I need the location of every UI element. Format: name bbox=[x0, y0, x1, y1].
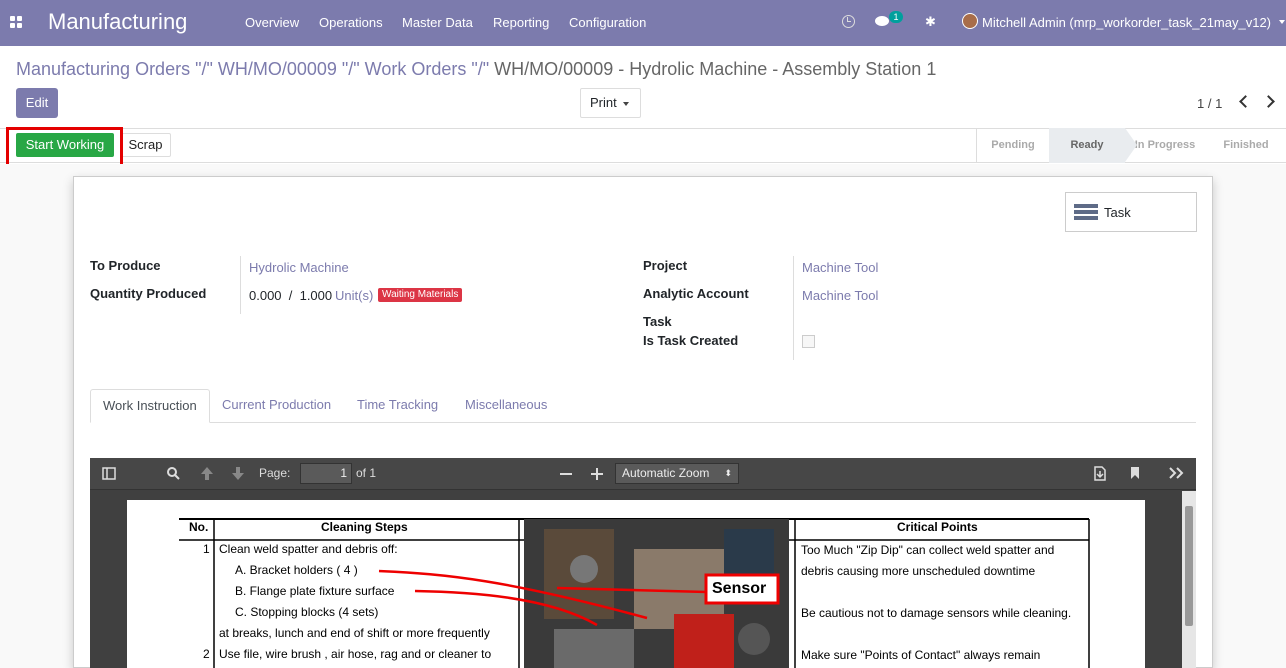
analytic-account-value[interactable]: Machine Tool bbox=[802, 288, 878, 303]
menu-master-data[interactable]: Master Data bbox=[402, 15, 473, 31]
chevron-right-icon[interactable] bbox=[1262, 95, 1275, 108]
quantity-unit[interactable]: Unit(s) bbox=[335, 288, 373, 303]
chevron-left-icon[interactable] bbox=[1239, 95, 1252, 108]
divider bbox=[793, 256, 794, 360]
print-button[interactable]: Print bbox=[580, 88, 641, 118]
tab-time-tracking[interactable]: Time Tracking bbox=[345, 389, 450, 423]
top-navbar: Manufacturing Overview Operations Master… bbox=[0, 0, 1286, 46]
is-task-created-checkbox[interactable] bbox=[802, 335, 815, 348]
activity-clock-icon[interactable] bbox=[842, 15, 855, 28]
task-smart-button-label: Task bbox=[1104, 205, 1131, 220]
critical-text: Be cautious not to damage sensors while … bbox=[801, 606, 1072, 620]
breadcrumb-links[interactable]: Manufacturing Orders "/" WH/MO/00009 "/"… bbox=[16, 59, 489, 79]
apps-menu-icon[interactable] bbox=[10, 16, 22, 28]
analytic-account-label: Analytic Account bbox=[643, 286, 749, 301]
stage-pending[interactable]: Pending bbox=[977, 128, 1049, 163]
critical-text: debris causing more unscheduled downtime bbox=[801, 564, 1036, 578]
app-brand[interactable]: Manufacturing bbox=[48, 8, 187, 36]
red-arrow-lines bbox=[378, 569, 708, 627]
stage-in-progress[interactable]: In Progress bbox=[1125, 128, 1205, 163]
notebook-tabs: Work Instruction Current Production Time… bbox=[90, 389, 1196, 423]
divider bbox=[240, 256, 241, 314]
tab-miscellaneous[interactable]: Miscellaneous bbox=[453, 389, 559, 423]
project-label: Project bbox=[643, 258, 688, 273]
quantity-value: 0.000 / 1.000 bbox=[249, 288, 333, 303]
scrollbar-thumb[interactable] bbox=[1185, 506, 1193, 626]
breadcrumb-current: WH/MO/00009 - Hydrolic Machine - Assembl… bbox=[494, 59, 937, 79]
highlight-box bbox=[6, 127, 123, 169]
status-badge: Waiting Materials bbox=[378, 288, 463, 302]
debug-bug-icon[interactable]: ✱ bbox=[925, 14, 936, 30]
stage-finished[interactable]: Finished bbox=[1205, 128, 1286, 163]
breadcrumb: Manufacturing Orders "/" WH/MO/00009 "/"… bbox=[16, 58, 936, 80]
zoom-in-icon[interactable] bbox=[591, 468, 603, 480]
stage-ready[interactable]: Ready bbox=[1049, 128, 1137, 163]
menu-overview[interactable]: Overview bbox=[245, 15, 299, 31]
zoom-out-icon[interactable] bbox=[560, 473, 572, 476]
task-label: Task bbox=[643, 314, 672, 329]
menu-operations[interactable]: Operations bbox=[319, 15, 383, 31]
avatar[interactable] bbox=[962, 13, 978, 29]
menu-configuration[interactable]: Configuration bbox=[569, 15, 646, 31]
pdf-toolbar: Page: 1 of 1 Automatic Zoom ⬍ bbox=[90, 458, 1196, 490]
caret-down-icon bbox=[623, 102, 629, 106]
critical-text: Make sure "Points of Contact" always rem… bbox=[801, 648, 1041, 662]
quantity-produced-label: Quantity Produced bbox=[90, 286, 207, 301]
chat-count-badge: 1 bbox=[889, 11, 903, 23]
menu-reporting[interactable]: Reporting bbox=[493, 15, 549, 31]
zoom-select[interactable]: Automatic Zoom ⬍ bbox=[615, 463, 739, 484]
tab-work-instruction[interactable]: Work Instruction bbox=[90, 389, 210, 423]
critical-text: Too Much "Zip Dip" can collect weld spat… bbox=[801, 543, 1055, 557]
bookmark-icon[interactable] bbox=[1130, 466, 1140, 480]
server-stack-icon bbox=[1074, 204, 1098, 220]
page-label: Page: bbox=[259, 466, 291, 480]
double-chevron-right-icon[interactable] bbox=[1168, 467, 1184, 479]
sidebar-toggle-icon[interactable] bbox=[102, 467, 116, 480]
to-produce-label: To Produce bbox=[90, 258, 161, 273]
page-number-input[interactable]: 1 bbox=[300, 463, 352, 484]
pdf-page: No. Cleaning Steps Critical Points 1 Cle… bbox=[127, 500, 1145, 668]
pdf-scrollbar[interactable] bbox=[1182, 491, 1196, 668]
page-count: of 1 bbox=[356, 466, 377, 480]
to-produce-value[interactable]: Hydrolic Machine bbox=[249, 260, 349, 275]
download-icon[interactable] bbox=[1094, 466, 1106, 481]
project-value[interactable]: Machine Tool bbox=[802, 260, 878, 275]
search-icon[interactable] bbox=[166, 466, 180, 480]
pager-value[interactable]: 1 / 1 bbox=[1197, 96, 1222, 111]
user-menu[interactable]: Mitchell Admin (mrp_workorder_task_21may… bbox=[982, 15, 1271, 31]
messaging-chat-icon[interactable] bbox=[875, 16, 889, 26]
arrow-up-icon[interactable] bbox=[200, 466, 214, 481]
stage-pipeline: Pending Ready In Progress Finished bbox=[976, 128, 1286, 163]
is-task-created-label: Is Task Created bbox=[643, 333, 739, 348]
select-arrows-icon: ⬍ bbox=[724, 468, 732, 478]
arrow-down-icon[interactable] bbox=[231, 466, 245, 481]
zoom-value: Automatic Zoom bbox=[622, 466, 710, 480]
scrap-button[interactable]: Scrap bbox=[120, 133, 171, 157]
edit-button[interactable]: Edit bbox=[16, 88, 58, 118]
print-label: Print bbox=[590, 95, 617, 110]
task-smart-button[interactable]: Task bbox=[1065, 192, 1197, 232]
tab-current-production[interactable]: Current Production bbox=[210, 389, 343, 423]
pdf-viewer: Page: 1 of 1 Automatic Zoom ⬍ No. Cleanin… bbox=[90, 458, 1196, 668]
chevron-down-icon bbox=[1279, 20, 1285, 24]
